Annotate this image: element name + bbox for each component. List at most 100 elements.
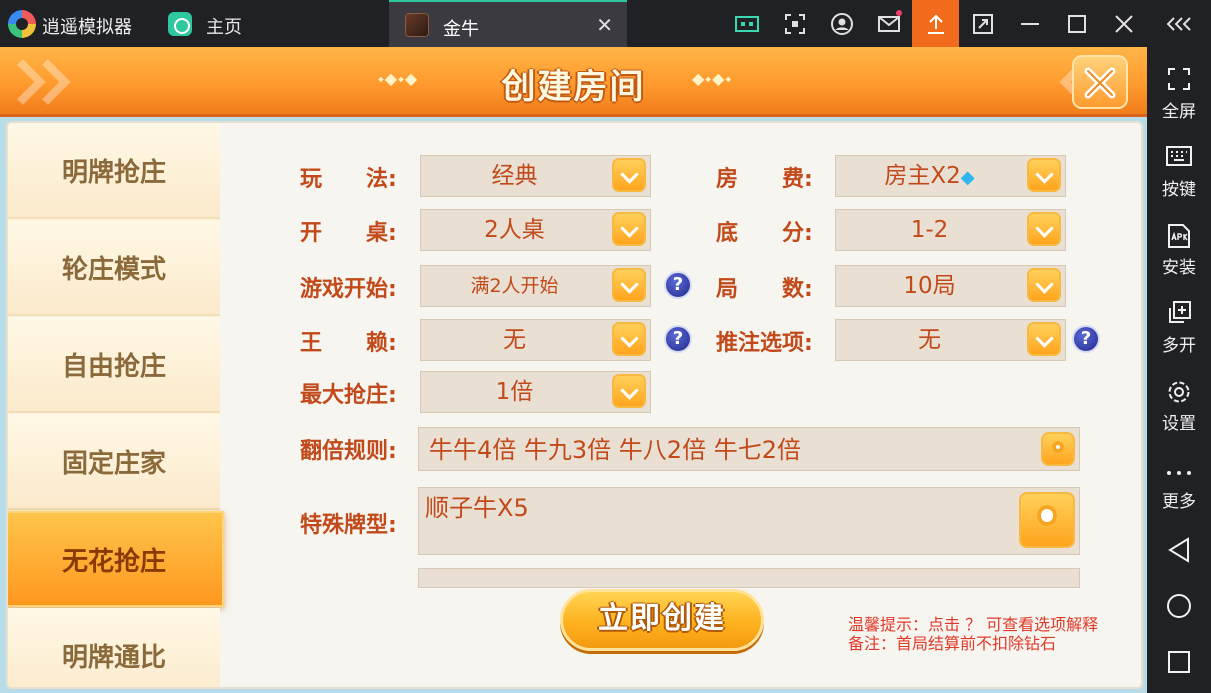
emulator-sidebar: 全屏 按键 安装 多开 设置 更多: [1147, 47, 1211, 693]
wild-value: 无: [503, 327, 526, 353]
wild-label: 王 赖:: [300, 331, 397, 356]
chevron-down-icon[interactable]: [612, 268, 646, 302]
close-icon[interactable]: [1100, 0, 1147, 47]
app-name: 逍遥模拟器: [42, 17, 132, 38]
mode-item-wuhua-qiangzhuang[interactable]: 无花抢庄: [8, 511, 224, 607]
special-hand-box[interactable]: 顺子牛X5: [418, 487, 1080, 555]
sidebar-item-install[interactable]: 安装: [1147, 211, 1211, 281]
sidebar-item-label: 按键: [1162, 180, 1196, 200]
edit-pin-icon[interactable]: [1019, 492, 1075, 548]
chevron-down-icon[interactable]: [1027, 158, 1061, 192]
base-score-value: 1-2: [910, 217, 949, 243]
tab-home-label: 主页: [206, 17, 242, 38]
chevron-down-icon[interactable]: [612, 212, 646, 246]
max-grab-select[interactable]: 1倍: [420, 371, 651, 413]
chevron-down-icon[interactable]: [612, 374, 646, 408]
special-hand-value: 顺子牛X5: [425, 494, 529, 522]
dialog-close-button[interactable]: [1072, 55, 1128, 109]
multi-instance-icon: [1165, 301, 1193, 329]
nav-back-icon[interactable]: [1147, 527, 1211, 583]
table-value: 2人桌: [484, 217, 545, 243]
base-score-label: 底 分:: [716, 221, 813, 246]
diamond-icon: ◆: [960, 167, 975, 188]
mode-item-mingpai-qiangzhuang[interactable]: 明牌抢庄: [8, 123, 220, 219]
play-value: 经典: [491, 163, 538, 189]
nav-recents-icon[interactable]: [1147, 637, 1211, 693]
mode-item-mingpai-tongbi[interactable]: 明牌通比: [8, 608, 220, 687]
tab-close-icon[interactable]: ✕: [596, 13, 613, 37]
mode-item-ziyou-qiangzhuang[interactable]: 自由抢庄: [8, 317, 220, 413]
chevron-down-icon[interactable]: [1027, 212, 1061, 246]
mode-item-guding-zhuangjia[interactable]: 固定庄家: [8, 414, 220, 510]
start-select[interactable]: 满2人开始: [420, 265, 651, 307]
rounds-value: 10局: [903, 273, 956, 299]
push-option-value: 无: [918, 327, 941, 353]
screenshot-icon[interactable]: [771, 0, 818, 47]
extra-option-box[interactable]: [418, 568, 1080, 588]
chevron-down-icon[interactable]: [1027, 268, 1061, 302]
sidebar-item-multi[interactable]: 多开: [1147, 289, 1211, 359]
mode-item-lunzhuang[interactable]: 轮庄模式: [8, 220, 220, 316]
push-option-select[interactable]: 无: [835, 319, 1066, 361]
fee-value: 房主X2: [884, 163, 961, 189]
keyboard-icon: [1165, 145, 1193, 173]
dialog-title: 创建房间: [501, 67, 646, 107]
double-rule-box[interactable]: 牛牛4倍 牛九3倍 牛八2倍 牛七2倍: [418, 427, 1080, 471]
sidebar-item-fullscreen[interactable]: 全屏: [1147, 55, 1211, 125]
fee-select[interactable]: 房主X2◆: [835, 155, 1066, 197]
create-room-panel: 明牌抢庄 轮庄模式 自由抢庄 固定庄家 无花抢庄 明牌通比 玩 法: 经典 房 …: [6, 121, 1143, 689]
edit-pin-icon[interactable]: [1041, 432, 1075, 466]
max-grab-value: 1倍: [495, 379, 534, 405]
start-value: 满2人开始: [470, 275, 559, 297]
fee-label: 房 费:: [716, 167, 813, 192]
chevron-down-icon[interactable]: [1027, 322, 1061, 356]
more-icon: [1165, 457, 1193, 485]
mail-icon[interactable]: [865, 0, 912, 47]
play-select[interactable]: 经典: [420, 155, 651, 197]
home-icon: [168, 12, 192, 36]
mode-list: 明牌抢庄 轮庄模式 自由抢庄 固定庄家 无花抢庄 明牌通比: [8, 123, 224, 687]
sidebar-item-label: 更多: [1162, 492, 1196, 512]
maximize-icon[interactable]: [1053, 0, 1100, 47]
close-x-icon: [1084, 67, 1116, 99]
rounds-label: 局 数:: [716, 277, 813, 302]
help-icon[interactable]: ?: [664, 271, 692, 299]
sidebar-item-label: 全屏: [1162, 102, 1196, 122]
gear-icon: [1165, 379, 1193, 407]
start-label: 游戏开始:: [300, 277, 397, 302]
sidebar-item-label: 多开: [1162, 336, 1196, 356]
game-thumbnail-icon: [405, 13, 429, 37]
create-room-button[interactable]: 立即创建: [560, 589, 764, 651]
rounds-select[interactable]: 10局: [835, 265, 1066, 307]
collapse-icon[interactable]: [1155, 0, 1202, 47]
base-score-select[interactable]: 1-2: [835, 209, 1066, 251]
remark-text: 备注：首局结算前不扣除钻石: [848, 634, 1057, 653]
help-icon[interactable]: ?: [664, 325, 692, 353]
emulator-title-bar: 逍遥模拟器 主页 金牛 ✕: [0, 0, 1211, 47]
double-rule-value: 牛牛4倍 牛九3倍 牛八2倍 牛七2倍: [429, 436, 801, 464]
nav-home-icon[interactable]: [1147, 583, 1211, 639]
wild-select[interactable]: 无: [420, 319, 651, 361]
chevron-down-icon[interactable]: [612, 158, 646, 192]
table-select[interactable]: 2人桌: [420, 209, 651, 251]
account-icon[interactable]: [818, 0, 865, 47]
special-hand-label: 特殊牌型:: [300, 513, 397, 538]
emulator-logo-icon: [8, 10, 36, 38]
upload-icon[interactable]: [912, 0, 959, 47]
play-label: 玩 法:: [300, 167, 397, 192]
tab-home[interactable]: 主页: [160, 0, 388, 47]
keyboard-map-icon[interactable]: [723, 0, 770, 47]
minimize-icon[interactable]: [1006, 0, 1053, 47]
restore-icon[interactable]: [959, 0, 1006, 47]
sidebar-item-settings[interactable]: 设置: [1147, 367, 1211, 437]
help-icon[interactable]: ?: [1072, 325, 1100, 353]
sidebar-item-keyboard[interactable]: 按键: [1147, 133, 1211, 203]
fee-value-wrap: 房主X2◆: [836, 156, 1023, 196]
push-option-label: 推注选项:: [716, 331, 813, 356]
tab-game-label: 金牛: [443, 19, 479, 40]
chevron-down-icon[interactable]: [612, 322, 646, 356]
tab-game[interactable]: 金牛 ✕: [389, 0, 627, 47]
sidebar-item-more[interactable]: 更多: [1147, 445, 1211, 515]
table-label: 开 桌:: [300, 221, 397, 246]
title-decoration-right: ◆⬩◆⬩: [692, 69, 733, 88]
